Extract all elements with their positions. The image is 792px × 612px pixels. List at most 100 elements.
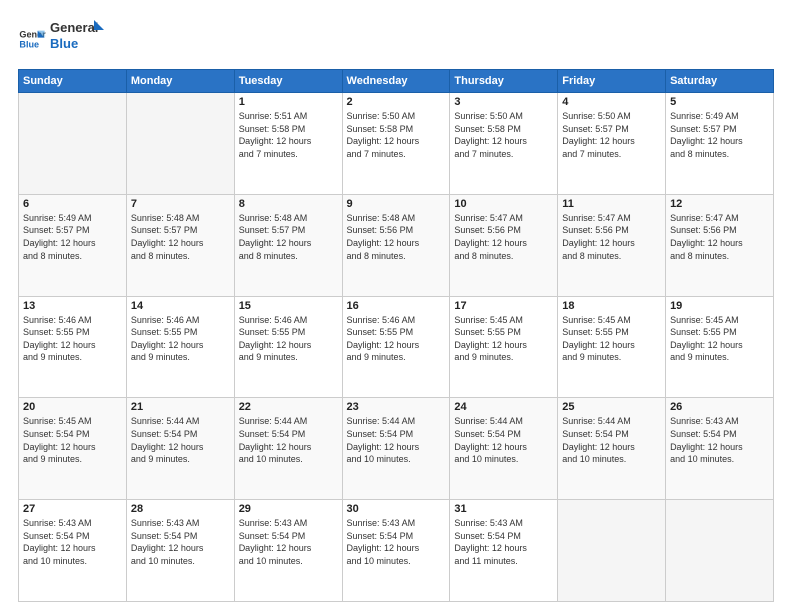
day-info: Sunrise: 5:45 AM Sunset: 5:55 PM Dayligh…	[454, 314, 553, 364]
day-info: Sunrise: 5:50 AM Sunset: 5:57 PM Dayligh…	[562, 110, 661, 160]
calendar-cell: 23Sunrise: 5:44 AM Sunset: 5:54 PM Dayli…	[342, 398, 450, 500]
calendar-cell: 5 Sunrise: 5:49 AM Sunset: 5:57 PM Daylig…	[666, 93, 774, 195]
day-number: 16	[347, 300, 446, 312]
day-info: Sunrise: 5:44 AM Sunset: 5:54 PM Dayligh…	[562, 415, 661, 465]
day-info: Sunrise: 5:50 AM Sunset: 5:58 PM Dayligh…	[347, 110, 446, 160]
day-of-week-header: Sunday	[19, 70, 127, 93]
day-number: 2	[347, 96, 446, 108]
calendar-cell	[558, 500, 666, 602]
calendar-cell: 14 Sunrise: 5:46 AM Sunset: 5:55 PM Dayli…	[126, 296, 234, 398]
day-number: 5	[670, 96, 769, 108]
day-info: Sunrise: 5:44 AM Sunset: 5:54 PM Dayligh…	[239, 415, 338, 465]
day-number: 3	[454, 96, 553, 108]
day-info: Sunrise: 5:45 AM Sunset: 5:55 PM Dayligh…	[670, 314, 769, 364]
calendar-cell: 27 Sunrise: 5:43 AM Sunset: 5:54 PM Dayli…	[19, 500, 127, 602]
day-number: 9	[347, 198, 446, 210]
day-number: 15	[239, 300, 338, 312]
calendar-cell: 3Sunrise: 5:50 AM Sunset: 5:58 PM Daylig…	[450, 93, 558, 195]
calendar-cell: 26Sunrise: 5:43 AM Sunset: 5:54 PM Dayli…	[666, 398, 774, 500]
day-info: Sunrise: 5:49 AM Sunset: 5:57 PM Dayligh…	[23, 212, 122, 262]
calendar-cell: 8Sunrise: 5:48 AM Sunset: 5:57 PM Daylig…	[234, 194, 342, 296]
day-info: Sunrise: 5:47 AM Sunset: 5:56 PM Dayligh…	[454, 212, 553, 262]
day-info: Sunrise: 5:45 AM Sunset: 5:54 PM Dayligh…	[23, 415, 122, 465]
day-info: Sunrise: 5:43 AM Sunset: 5:54 PM Dayligh…	[23, 517, 122, 567]
day-info: Sunrise: 5:45 AM Sunset: 5:55 PM Dayligh…	[562, 314, 661, 364]
day-number: 28	[131, 503, 230, 515]
svg-text:Blue: Blue	[19, 39, 39, 49]
calendar-cell	[666, 500, 774, 602]
calendar-cell	[126, 93, 234, 195]
calendar-cell: 30 Sunrise: 5:43 AM Sunset: 5:54 PM Dayli…	[342, 500, 450, 602]
calendar-cell	[19, 93, 127, 195]
logo: General Blue General Blue	[18, 18, 105, 59]
calendar-cell: 6 Sunrise: 5:49 AM Sunset: 5:57 PM Daylig…	[19, 194, 127, 296]
day-number: 1	[239, 96, 338, 108]
logo-icon: General Blue	[18, 25, 46, 53]
day-number: 24	[454, 401, 553, 413]
calendar-cell: 7 Sunrise: 5:48 AM Sunset: 5:57 PM Daylig…	[126, 194, 234, 296]
calendar-week-row: 13Sunrise: 5:46 AM Sunset: 5:55 PM Dayli…	[19, 296, 774, 398]
calendar-week-row: 20Sunrise: 5:45 AM Sunset: 5:54 PM Dayli…	[19, 398, 774, 500]
day-info: Sunrise: 5:44 AM Sunset: 5:54 PM Dayligh…	[454, 415, 553, 465]
day-number: 17	[454, 300, 553, 312]
day-number: 18	[562, 300, 661, 312]
day-number: 6	[23, 198, 122, 210]
day-of-week-header: Friday	[558, 70, 666, 93]
calendar-cell: 19Sunrise: 5:45 AM Sunset: 5:55 PM Dayli…	[666, 296, 774, 398]
svg-text:General: General	[50, 20, 98, 35]
calendar-cell: 13Sunrise: 5:46 AM Sunset: 5:55 PM Dayli…	[19, 296, 127, 398]
day-of-week-header: Thursday	[450, 70, 558, 93]
calendar-cell: 15 Sunrise: 5:46 AM Sunset: 5:55 PM Dayli…	[234, 296, 342, 398]
day-number: 22	[239, 401, 338, 413]
day-number: 27	[23, 503, 122, 515]
day-number: 7	[131, 198, 230, 210]
day-number: 29	[239, 503, 338, 515]
calendar-cell: 9 Sunrise: 5:48 AM Sunset: 5:56 PM Daylig…	[342, 194, 450, 296]
day-info: Sunrise: 5:43 AM Sunset: 5:54 PM Dayligh…	[239, 517, 338, 567]
calendar-cell: 4 Sunrise: 5:50 AM Sunset: 5:57 PM Daylig…	[558, 93, 666, 195]
calendar-week-row: 27 Sunrise: 5:43 AM Sunset: 5:54 PM Dayli…	[19, 500, 774, 602]
day-of-week-header: Tuesday	[234, 70, 342, 93]
day-info: Sunrise: 5:43 AM Sunset: 5:54 PM Dayligh…	[347, 517, 446, 567]
calendar-cell: 28 Sunrise: 5:43 AM Sunset: 5:54 PM Dayli…	[126, 500, 234, 602]
calendar-table: SundayMondayTuesdayWednesdayThursdayFrid…	[18, 69, 774, 602]
day-info: Sunrise: 5:46 AM Sunset: 5:55 PM Dayligh…	[347, 314, 446, 364]
day-number: 4	[562, 96, 661, 108]
day-info: Sunrise: 5:46 AM Sunset: 5:55 PM Dayligh…	[239, 314, 338, 364]
calendar-cell: 10 Sunrise: 5:47 AM Sunset: 5:56 PM Dayli…	[450, 194, 558, 296]
day-number: 10	[454, 198, 553, 210]
calendar-cell: 20Sunrise: 5:45 AM Sunset: 5:54 PM Dayli…	[19, 398, 127, 500]
calendar-cell: 16 Sunrise: 5:46 AM Sunset: 5:55 PM Dayli…	[342, 296, 450, 398]
svg-text:Blue: Blue	[50, 36, 78, 51]
day-number: 21	[131, 401, 230, 413]
calendar-cell: 31Sunrise: 5:43 AM Sunset: 5:54 PM Dayli…	[450, 500, 558, 602]
calendar-week-row: 6 Sunrise: 5:49 AM Sunset: 5:57 PM Daylig…	[19, 194, 774, 296]
day-of-week-header: Wednesday	[342, 70, 450, 93]
calendar-cell: 17 Sunrise: 5:45 AM Sunset: 5:55 PM Dayli…	[450, 296, 558, 398]
day-info: Sunrise: 5:48 AM Sunset: 5:56 PM Dayligh…	[347, 212, 446, 262]
day-info: Sunrise: 5:43 AM Sunset: 5:54 PM Dayligh…	[454, 517, 553, 567]
calendar-cell: 1 Sunrise: 5:51 AM Sunset: 5:58 PM Daylig…	[234, 93, 342, 195]
day-number: 11	[562, 198, 661, 210]
day-info: Sunrise: 5:47 AM Sunset: 5:56 PM Dayligh…	[562, 212, 661, 262]
day-info: Sunrise: 5:43 AM Sunset: 5:54 PM Dayligh…	[131, 517, 230, 567]
day-info: Sunrise: 5:44 AM Sunset: 5:54 PM Dayligh…	[131, 415, 230, 465]
calendar-cell: 12Sunrise: 5:47 AM Sunset: 5:56 PM Dayli…	[666, 194, 774, 296]
day-number: 30	[347, 503, 446, 515]
calendar-cell: 24 Sunrise: 5:44 AM Sunset: 5:54 PM Dayli…	[450, 398, 558, 500]
calendar-header-row: SundayMondayTuesdayWednesdayThursdayFrid…	[19, 70, 774, 93]
calendar-cell: 29 Sunrise: 5:43 AM Sunset: 5:54 PM Dayli…	[234, 500, 342, 602]
calendar-header: General Blue General Blue	[18, 18, 774, 59]
day-info: Sunrise: 5:49 AM Sunset: 5:57 PM Dayligh…	[670, 110, 769, 160]
day-info: Sunrise: 5:46 AM Sunset: 5:55 PM Dayligh…	[131, 314, 230, 364]
day-number: 25	[562, 401, 661, 413]
day-info: Sunrise: 5:47 AM Sunset: 5:56 PM Dayligh…	[670, 212, 769, 262]
calendar-cell: 11 Sunrise: 5:47 AM Sunset: 5:56 PM Dayli…	[558, 194, 666, 296]
day-info: Sunrise: 5:43 AM Sunset: 5:54 PM Dayligh…	[670, 415, 769, 465]
day-number: 14	[131, 300, 230, 312]
day-info: Sunrise: 5:51 AM Sunset: 5:58 PM Dayligh…	[239, 110, 338, 160]
calendar-week-row: 1 Sunrise: 5:51 AM Sunset: 5:58 PM Daylig…	[19, 93, 774, 195]
day-info: Sunrise: 5:48 AM Sunset: 5:57 PM Dayligh…	[131, 212, 230, 262]
day-info: Sunrise: 5:48 AM Sunset: 5:57 PM Dayligh…	[239, 212, 338, 262]
logo-svg: General Blue	[50, 18, 105, 54]
